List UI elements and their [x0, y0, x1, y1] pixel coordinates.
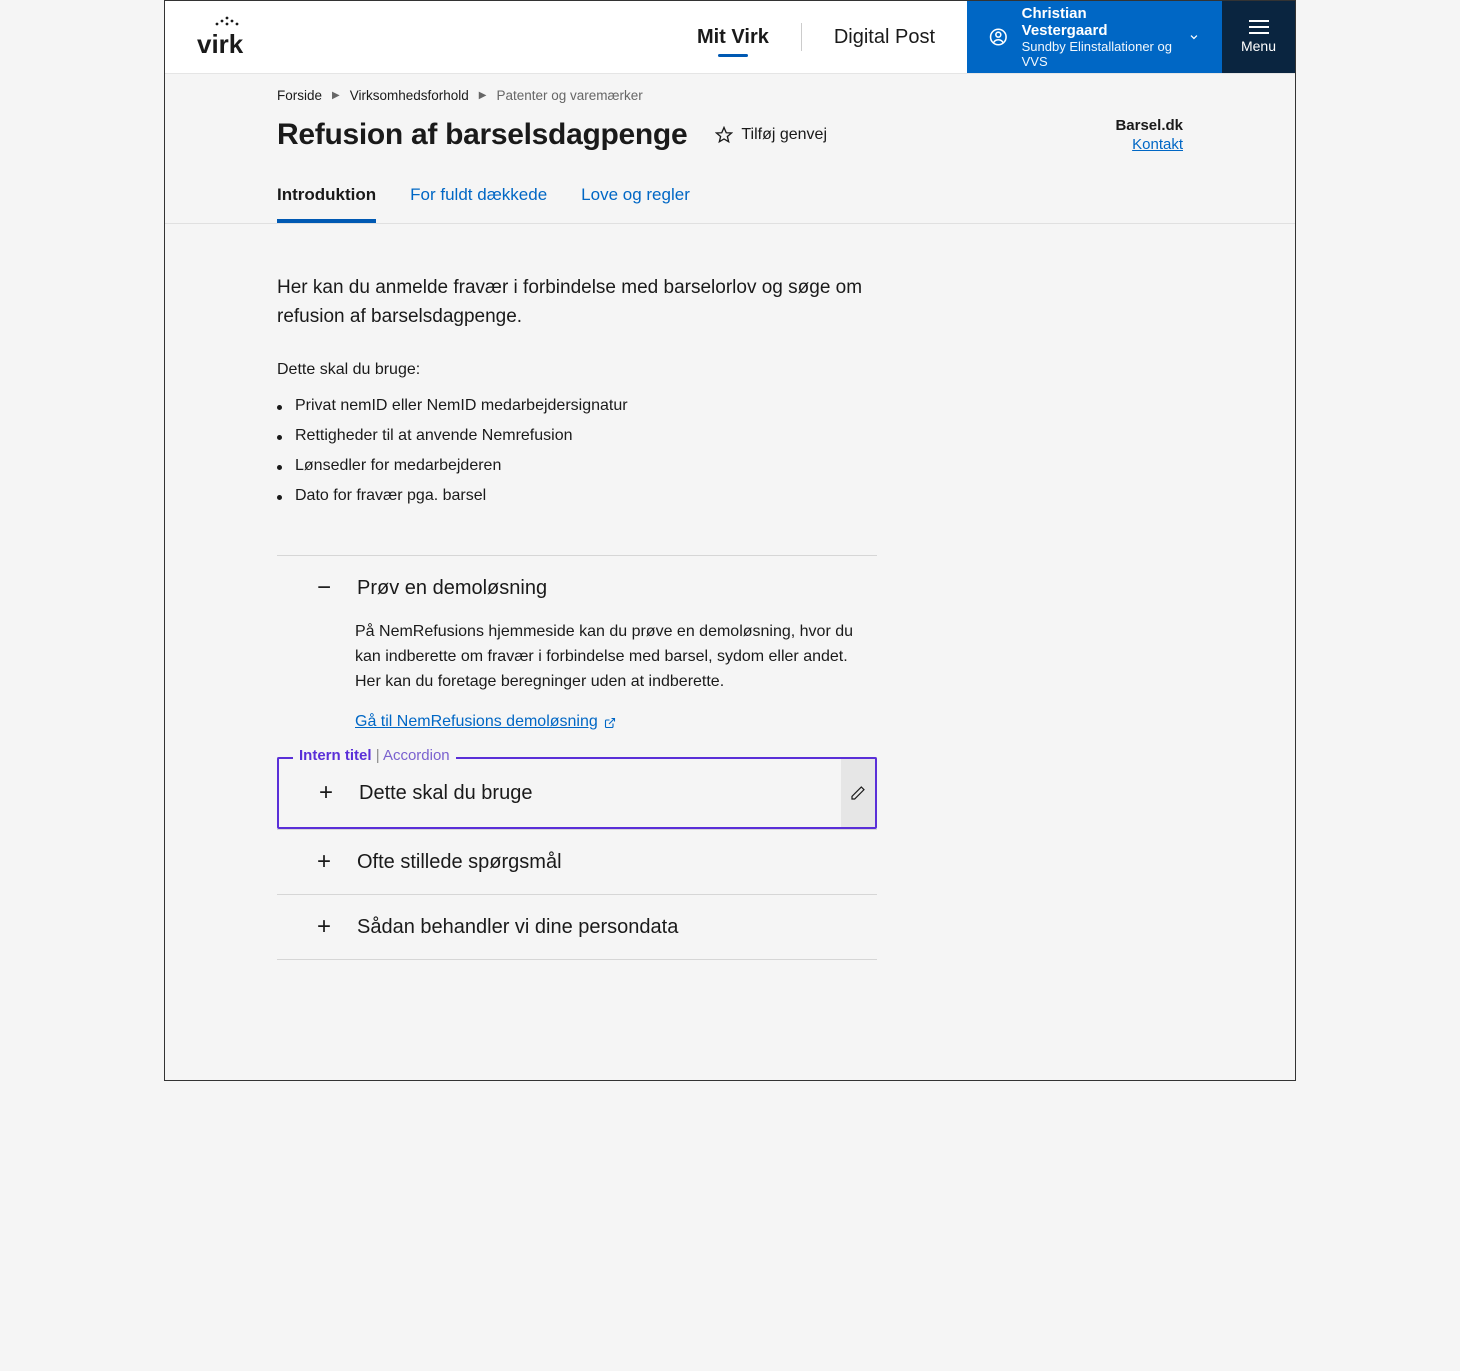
minus-icon: −: [315, 576, 333, 600]
accordion-title: Sådan behandler vi dine persondata: [357, 916, 678, 939]
editor-label-title: Intern titel: [299, 747, 372, 764]
intro-lead: Her kan du anmelde fravær i forbindelse …: [277, 274, 877, 331]
list-item: Dato for fravær pga. barsel: [277, 487, 877, 505]
accordion-title: Prøv en demoløsning: [357, 577, 547, 600]
accordion-header[interactable]: + Ofte stillede spørgsmål: [277, 830, 877, 894]
link-text: Gå til NemRefusions demoløsning: [355, 710, 598, 735]
accordion-item-editing: Intern titel | Accordion + Dette skal du…: [277, 757, 877, 829]
accordion-header[interactable]: + Dette skal du bruge: [279, 759, 841, 827]
tabs: Introduktion For fuldt dækkede Love og r…: [277, 173, 1183, 223]
external-link-icon: [604, 717, 616, 729]
breadcrumb-link[interactable]: Forside: [277, 88, 322, 103]
org-meta: Barsel.dk Kontakt: [1115, 117, 1183, 153]
external-link[interactable]: Gå til NemRefusions demoløsning: [355, 710, 616, 735]
org-name: Barsel.dk: [1115, 117, 1183, 134]
star-outline-icon: [715, 126, 733, 144]
list-item: Rettigheder til at anvende Nemrefusion: [277, 427, 877, 445]
top-nav: Mit Virk Digital Post: [697, 1, 967, 73]
add-shortcut-button[interactable]: Tilføj genvej: [715, 126, 827, 144]
tab-fuldt-daekkede[interactable]: For fuldt dækkede: [410, 173, 547, 223]
plus-icon: +: [317, 781, 335, 805]
accordion-header[interactable]: − Prøv en demoløsning: [277, 556, 877, 620]
title-row: Refusion af barselsdagpenge Tilføj genve…: [277, 117, 1183, 153]
list-item: Privat nemID eller NemID medarbejdersign…: [277, 397, 877, 415]
logo[interactable]: virk: [165, 1, 289, 73]
editor-label-type: Accordion: [383, 747, 450, 764]
editor-label: Intern titel | Accordion: [293, 747, 456, 764]
need-label: Dette skal du bruge:: [277, 361, 877, 379]
tab-love-regler[interactable]: Love og regler: [581, 173, 690, 223]
accordion-item: + Ofte stillede spørgsmål: [277, 829, 877, 895]
page-title: Refusion af barselsdagpenge: [277, 118, 687, 152]
accordion-header[interactable]: + Sådan behandler vi dine persondata: [277, 895, 877, 959]
user-org: Sundby Elinstallationer og VVS: [1022, 39, 1175, 69]
breadcrumb-current: Patenter og varemærker: [496, 88, 642, 103]
topbar: virk Mit Virk Digital Post Christian Ves…: [165, 1, 1295, 74]
chevron-right-icon: ▶: [479, 90, 487, 101]
nav-digital-post[interactable]: Digital Post: [834, 2, 935, 73]
accordion-title: Ofte stillede spørgsmål: [357, 851, 562, 874]
content: Her kan du anmelde fravær i forbindelse …: [165, 224, 1295, 1080]
nav-divider: [801, 23, 802, 51]
contact-link[interactable]: Kontakt: [1115, 136, 1183, 153]
accordion-item: − Prøv en demoløsning På NemRefusions hj…: [277, 556, 877, 758]
tab-introduktion[interactable]: Introduktion: [277, 173, 376, 223]
list-item: Lønsedler for medarbejderen: [277, 457, 877, 475]
page-head: Forside ▶ Virksomhedsforhold ▶ Patenter …: [165, 74, 1295, 224]
user-menu[interactable]: Christian Vestergaard Sundby Elinstallat…: [967, 1, 1222, 73]
accordion-title: Dette skal du bruge: [359, 782, 532, 805]
svg-text:virk: virk: [197, 29, 244, 59]
edit-button[interactable]: [841, 759, 875, 827]
user-icon: [989, 26, 1008, 48]
editor-highlight: Intern titel | Accordion + Dette skal du…: [277, 757, 877, 829]
nav-mit-virk[interactable]: Mit Virk: [697, 2, 769, 73]
breadcrumb: Forside ▶ Virksomhedsforhold ▶ Patenter …: [277, 88, 1183, 103]
menu-button[interactable]: Menu: [1222, 1, 1295, 73]
user-name: Christian Vestergaard: [1022, 5, 1175, 39]
need-list: Privat nemID eller NemID medarbejdersign…: [277, 397, 877, 505]
plus-icon: +: [315, 850, 333, 874]
breadcrumb-link[interactable]: Virksomhedsforhold: [350, 88, 469, 103]
accordion-body-text: På NemRefusions hjemmeside kan du prøve …: [355, 620, 877, 694]
accordion-item: + Sådan behandler vi dine persondata: [277, 895, 877, 960]
user-text: Christian Vestergaard Sundby Elinstallat…: [1022, 5, 1175, 69]
accordion-group: − Prøv en demoløsning På NemRefusions hj…: [277, 555, 877, 960]
chevron-right-icon: ▶: [332, 90, 340, 101]
chevron-down-icon: [1188, 30, 1200, 44]
shortcut-label: Tilføj genvej: [741, 126, 827, 144]
menu-label: Menu: [1241, 38, 1276, 54]
hamburger-icon: [1249, 20, 1269, 34]
virk-logo-icon: virk: [197, 15, 257, 60]
plus-icon: +: [315, 915, 333, 939]
accordion-body: På NemRefusions hjemmeside kan du prøve …: [277, 620, 877, 757]
pencil-icon: [850, 785, 866, 801]
